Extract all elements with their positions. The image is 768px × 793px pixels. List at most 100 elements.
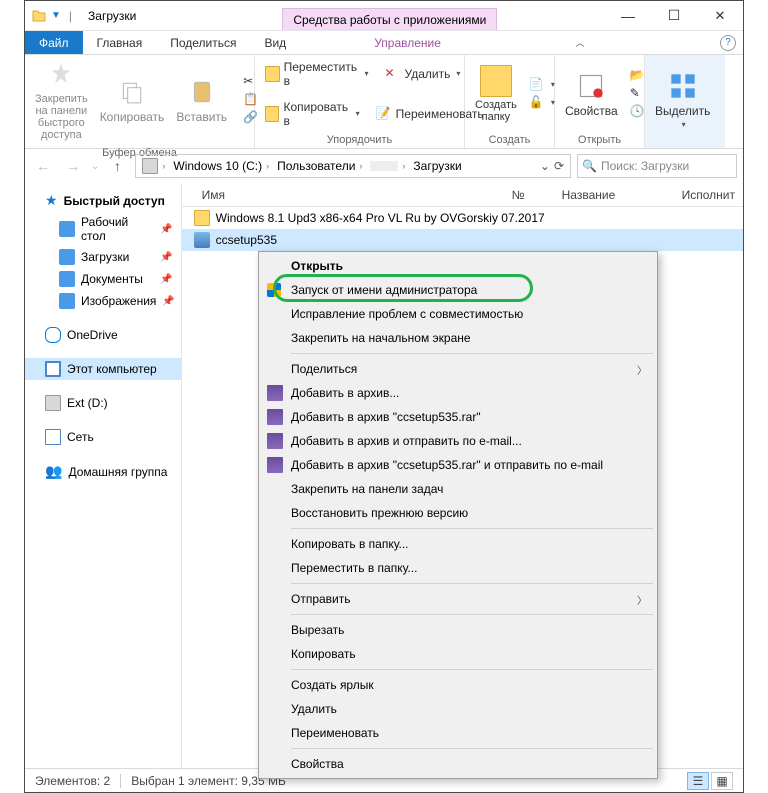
ctx-send-to[interactable]: Отправить〉 — [261, 587, 655, 611]
crumb-redacted[interactable] — [370, 161, 398, 171]
sidebar-documents[interactable]: Документы📌 — [25, 268, 181, 290]
paste-icon — [186, 76, 218, 108]
ctx-add-archive[interactable]: Добавить в архив... — [261, 381, 655, 405]
ctx-rename[interactable]: Переименовать — [261, 721, 655, 745]
select-button[interactable]: Выделить▾ — [651, 68, 714, 131]
nav-history-dropdown[interactable]: ⌄ — [91, 161, 99, 172]
tab-view[interactable]: Вид — [250, 31, 300, 54]
pin-icon: 📌 — [162, 296, 174, 307]
ribbon-group-organize: Переместить в▾ ✕Удалить▾ Копировать в▾ 📝… — [255, 55, 465, 148]
separator — [291, 583, 653, 584]
ctx-add-rar-email[interactable]: Добавить в архив "ccsetup535.rar" и отпр… — [261, 453, 655, 477]
maximize-button[interactable]: ☐ — [651, 1, 697, 30]
archive-icon — [267, 457, 283, 473]
col-title[interactable]: Название — [554, 188, 674, 202]
col-artists[interactable]: Исполнит — [674, 188, 743, 202]
properties-button[interactable]: Свойства — [561, 68, 622, 120]
col-name[interactable]: Имя — [194, 188, 504, 202]
folder-icon — [480, 65, 512, 97]
history-icon: 🕓 — [630, 104, 646, 120]
group-icon: 👥 — [45, 463, 62, 480]
up-button[interactable]: ↑ — [105, 154, 129, 178]
ctx-cut[interactable]: Вырезать — [261, 618, 655, 642]
open-icon: 📂 — [630, 68, 646, 84]
search-input[interactable]: 🔍 Поиск: Загрузки — [577, 154, 737, 178]
list-item[interactable]: ccsetup535 — [182, 229, 743, 251]
list-item[interactable]: Windows 8.1 Upd3 x86-x64 Pro VL Ru by OV… — [182, 207, 743, 229]
copy-button[interactable]: Копировать — [96, 74, 169, 126]
ctx-delete[interactable]: Удалить — [261, 697, 655, 721]
shield-icon — [267, 283, 281, 297]
drive-icon — [45, 395, 61, 411]
crumb-downloads[interactable]: Загрузки — [413, 159, 461, 173]
quick-access-toolbar: ▼ | — [25, 1, 82, 30]
separator — [291, 528, 653, 529]
refresh-icon[interactable]: ⟳ — [554, 159, 564, 173]
sidebar-downloads[interactable]: Загрузки📌 — [25, 246, 181, 268]
tab-share[interactable]: Поделиться — [156, 31, 250, 54]
window-title: Загрузки — [82, 1, 142, 30]
col-num[interactable]: № — [504, 188, 554, 202]
ctx-share[interactable]: Поделиться〉 — [261, 357, 655, 381]
forward-button[interactable]: → — [61, 154, 85, 178]
downloads-icon — [59, 249, 75, 265]
desktop-icon — [59, 221, 75, 237]
ctx-properties[interactable]: Свойства — [261, 752, 655, 776]
folder-icon — [194, 210, 210, 226]
move-to-button[interactable]: Переместить в▾ — [261, 59, 373, 89]
sidebar-onedrive[interactable]: OneDrive — [25, 324, 181, 346]
easy-access-button[interactable]: 🔓▾ — [525, 94, 559, 112]
ctx-troubleshoot[interactable]: Исправление проблем с совместимостью — [261, 302, 655, 326]
dropdown-icon[interactable]: ⌄ — [540, 159, 550, 173]
sidebar-ext-d[interactable]: Ext (D:) — [25, 392, 181, 414]
pin-quick-access-button[interactable]: Закрепить на панели быстрого доступа — [31, 57, 92, 143]
ctx-pin-start[interactable]: Закрепить на начальном экране — [261, 326, 655, 350]
ctx-pin-taskbar[interactable]: Закрепить на панели задач — [261, 477, 655, 501]
ctx-shortcut[interactable]: Создать ярлык — [261, 673, 655, 697]
pin-icon: 📌 — [160, 274, 172, 285]
icons-view-button[interactable]: ▦ — [711, 772, 733, 790]
details-view-button[interactable]: ☰ — [687, 772, 709, 790]
copy-to-button[interactable]: Копировать в▾ — [261, 99, 364, 129]
tab-home[interactable]: Главная — [83, 31, 157, 54]
minimize-button[interactable]: — — [605, 1, 651, 30]
ctx-run-as-admin[interactable]: Запуск от имени администратора — [261, 278, 655, 302]
pictures-icon — [59, 293, 75, 309]
ctx-add-email[interactable]: Добавить в архив и отправить по e-mail..… — [261, 429, 655, 453]
close-button[interactable]: ✕ — [697, 1, 743, 30]
ctx-add-rar[interactable]: Добавить в архив "ccsetup535.rar" — [261, 405, 655, 429]
crumb-drive[interactable]: Windows 10 (C:) — [173, 159, 262, 173]
ctx-open[interactable]: Открыть — [261, 254, 655, 278]
sidebar-pictures[interactable]: Изображения📌 — [25, 290, 181, 312]
down-arrow-icon[interactable]: ▼ — [51, 10, 61, 21]
new-item-button[interactable]: 📄▾ — [525, 76, 559, 94]
help-button[interactable]: ? — [713, 31, 743, 54]
sidebar-network[interactable]: Сеть — [25, 426, 181, 448]
tab-file[interactable]: Файл — [25, 31, 83, 54]
separator — [291, 614, 653, 615]
pin-icon: 📌 — [160, 224, 172, 235]
ribbon-group-new: Создать папку 📄▾ 🔓▾ Создать — [465, 55, 555, 148]
new-folder-button[interactable]: Создать папку — [471, 63, 521, 125]
sidebar-homegroup[interactable]: 👥Домашняя группа — [25, 460, 181, 483]
ctx-restore[interactable]: Восстановить прежнюю версию — [261, 501, 655, 525]
context-menu: Открыть Запуск от имени администратора И… — [258, 251, 658, 779]
tab-manage[interactable]: Управление — [360, 31, 455, 54]
ribbon-group-clipboard: Закрепить на панели быстрого доступа Коп… — [25, 55, 255, 148]
ctx-move-to-folder[interactable]: Переместить в папку... — [261, 556, 655, 580]
sidebar-desktop[interactable]: Рабочий стол📌 — [25, 212, 181, 246]
archive-icon — [267, 385, 283, 401]
delete-button[interactable]: ✕Удалить▾ — [381, 59, 465, 89]
exe-icon — [194, 232, 210, 248]
breadcrumb[interactable]: › Windows 10 (C:)› Пользователи› › Загру… — [135, 154, 571, 178]
cloud-icon — [45, 327, 61, 343]
sidebar-quick-access[interactable]: ★Быстрый доступ — [25, 189, 181, 212]
rename-icon: 📝 — [376, 106, 392, 122]
crumb-users[interactable]: Пользователи — [277, 159, 355, 173]
ctx-copy-to-folder[interactable]: Копировать в папку... — [261, 532, 655, 556]
paste-button[interactable]: Вставить — [172, 74, 231, 126]
collapse-ribbon-icon[interactable]: ︿ — [575, 36, 584, 49]
sidebar-this-pc[interactable]: Этот компьютер — [25, 358, 181, 380]
ctx-copy[interactable]: Копировать — [261, 642, 655, 666]
back-button[interactable]: ← — [31, 154, 55, 178]
